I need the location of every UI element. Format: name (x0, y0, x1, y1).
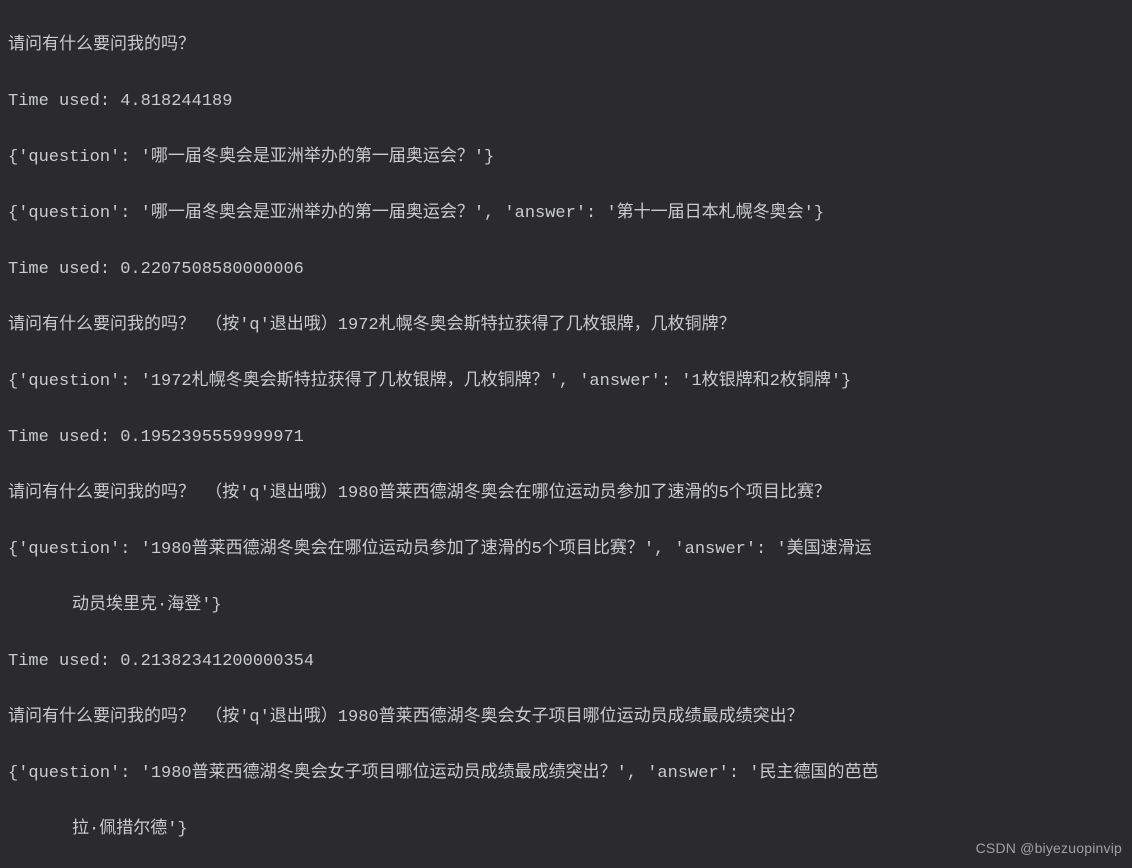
prompt-line: 请问有什么要问我的吗？ （按'q'退出哦）1972札幌冬奥会斯特拉获得了几枚银牌… (8, 312, 1124, 340)
time-used: Time used: 4.818244189 (8, 88, 1124, 116)
qa-dict: {'question': '1980普莱西德湖冬奥会女子项目哪位运动员成绩最成绩… (8, 760, 1124, 788)
time-used: Time used: 0.21382341200000354 (8, 648, 1124, 676)
time-used: Time used: 0.1952395559999971 (8, 424, 1124, 452)
qa-dict-continued: 动员埃里克·海登'} (8, 592, 1124, 620)
qa-dict: {'question': '哪一届冬奥会是亚洲举办的第一届奥运会？', 'ans… (8, 200, 1124, 228)
qa-dict: {'question': '1980普莱西德湖冬奥会在哪位运动员参加了速滑的5个… (8, 536, 1124, 564)
prompt-line: 请问有什么要问我的吗？ （按'q'退出哦）1980普莱西德湖冬奥会女子项目哪位运… (8, 704, 1124, 732)
question-dict: {'question': '哪一届冬奥会是亚洲举办的第一届奥运会？'} (8, 144, 1124, 172)
qa-dict: {'question': '1972札幌冬奥会斯特拉获得了几枚银牌，几枚铜牌？'… (8, 368, 1124, 396)
terminal-output[interactable]: 请问有什么要问我的吗？ Time used: 4.818244189 {'que… (0, 0, 1132, 868)
qa-dict-continued: 拉·佩措尔德'} (8, 816, 1124, 844)
prompt-line: 请问有什么要问我的吗？ （按'q'退出哦）1980普莱西德湖冬奥会在哪位运动员参… (8, 480, 1124, 508)
prompt-line: 请问有什么要问我的吗？ (8, 32, 1124, 60)
time-used: Time used: 0.2207508580000006 (8, 256, 1124, 284)
watermark: CSDN @biyezuopinvip (976, 834, 1122, 862)
